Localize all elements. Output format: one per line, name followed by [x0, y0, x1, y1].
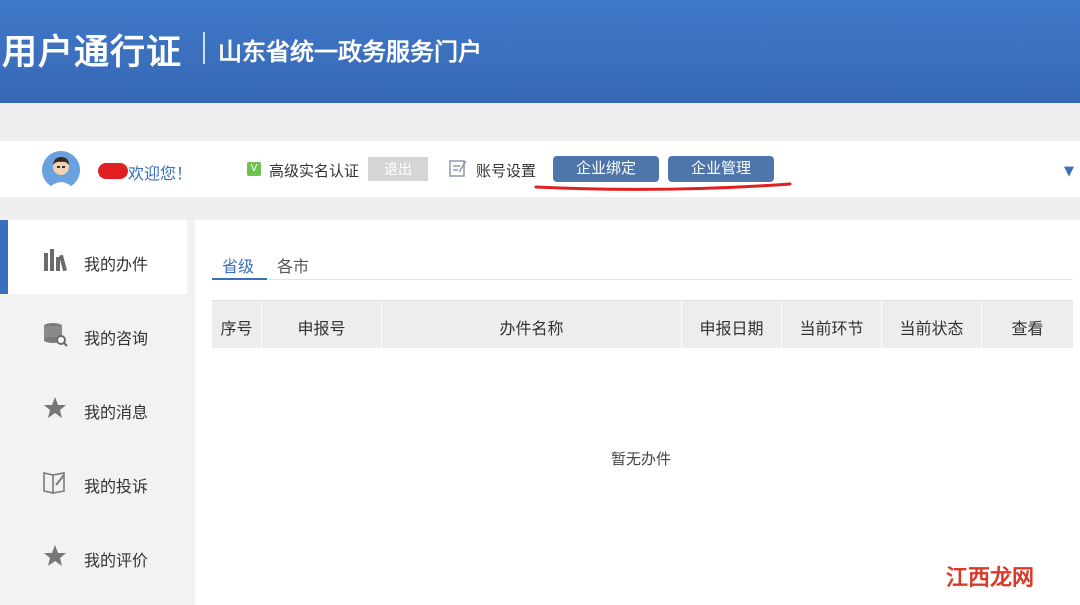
- column-header: 当前环节: [782, 301, 882, 349]
- sidebar-item-label: 我的消息: [84, 403, 149, 422]
- database-search-icon: [44, 323, 68, 347]
- sidebar-item-label: 我的评价: [84, 551, 149, 570]
- annotation-underline: [534, 182, 792, 191]
- column-header: 查看: [1011, 319, 1044, 338]
- redacted-username: [98, 163, 128, 179]
- sidebar-item-my-messages[interactable]: 我的消息: [0, 368, 187, 442]
- tab-divider: [212, 279, 1073, 280]
- sidebar-item-label: 我的投诉: [84, 477, 149, 496]
- column-header: 序号: [212, 301, 262, 349]
- column-header: 当前状态: [882, 301, 982, 349]
- edit-book-icon: [43, 472, 65, 494]
- avatar-icon: [42, 151, 80, 189]
- star-icon: [44, 397, 66, 418]
- verified-icon: V: [247, 162, 261, 176]
- welcome-text: 欢迎您！: [128, 164, 193, 183]
- books-icon: [44, 249, 68, 272]
- empty-state-text: 暂无办件: [611, 450, 672, 468]
- column-header: 申报号: [262, 301, 382, 349]
- tab-provincial[interactable]: 省级: [222, 253, 254, 277]
- app-title: 用户通行证: [2, 33, 183, 73]
- title-divider: [203, 32, 205, 64]
- chevron-down-icon[interactable]: ▼: [1064, 164, 1074, 179]
- verification-level: 高级实名认证: [269, 162, 360, 180]
- account-settings-link[interactable]: 账号设置: [476, 160, 536, 181]
- tab-city[interactable]: 各市: [277, 253, 309, 277]
- sidebar-item-my-cases[interactable]: 我的办件: [0, 220, 187, 294]
- avatar[interactable]: [42, 151, 80, 189]
- portal-subtitle: 山东省统一政务服务门户: [218, 38, 482, 66]
- sidebar: 我的办件 我的咨询 我的消息 我的投诉 我的评价: [0, 220, 195, 605]
- table-header: 序号 申报号 办件名称 申报日期 当前环节 当前状态 查看: [212, 300, 1073, 349]
- sidebar-item-label: 我的咨询: [84, 329, 149, 348]
- star-icon: [44, 545, 66, 566]
- sidebar-item-my-consultations[interactable]: 我的咨询: [0, 294, 187, 368]
- column-header: 申报日期: [682, 301, 782, 349]
- header-banner: 用户通行证 山东省统一政务服务门户: [0, 0, 1080, 103]
- sidebar-item-my-reviews[interactable]: 我的评价: [0, 516, 187, 590]
- sidebar-item-label: 我的办件: [84, 255, 149, 274]
- account-settings-icon[interactable]: [448, 158, 468, 178]
- watermark-logo: 江西龙网: [946, 566, 1035, 591]
- active-tab-indicator: [212, 278, 267, 280]
- logout-button[interactable]: 退出: [368, 157, 428, 181]
- sidebar-item-my-complaints[interactable]: 我的投诉: [0, 442, 187, 516]
- column-header: 办件名称: [382, 301, 682, 349]
- main-content: 省级 各市 序号 申报号 办件名称 申报日期 当前环节 当前状态 查看 暂无办件: [195, 220, 1080, 605]
